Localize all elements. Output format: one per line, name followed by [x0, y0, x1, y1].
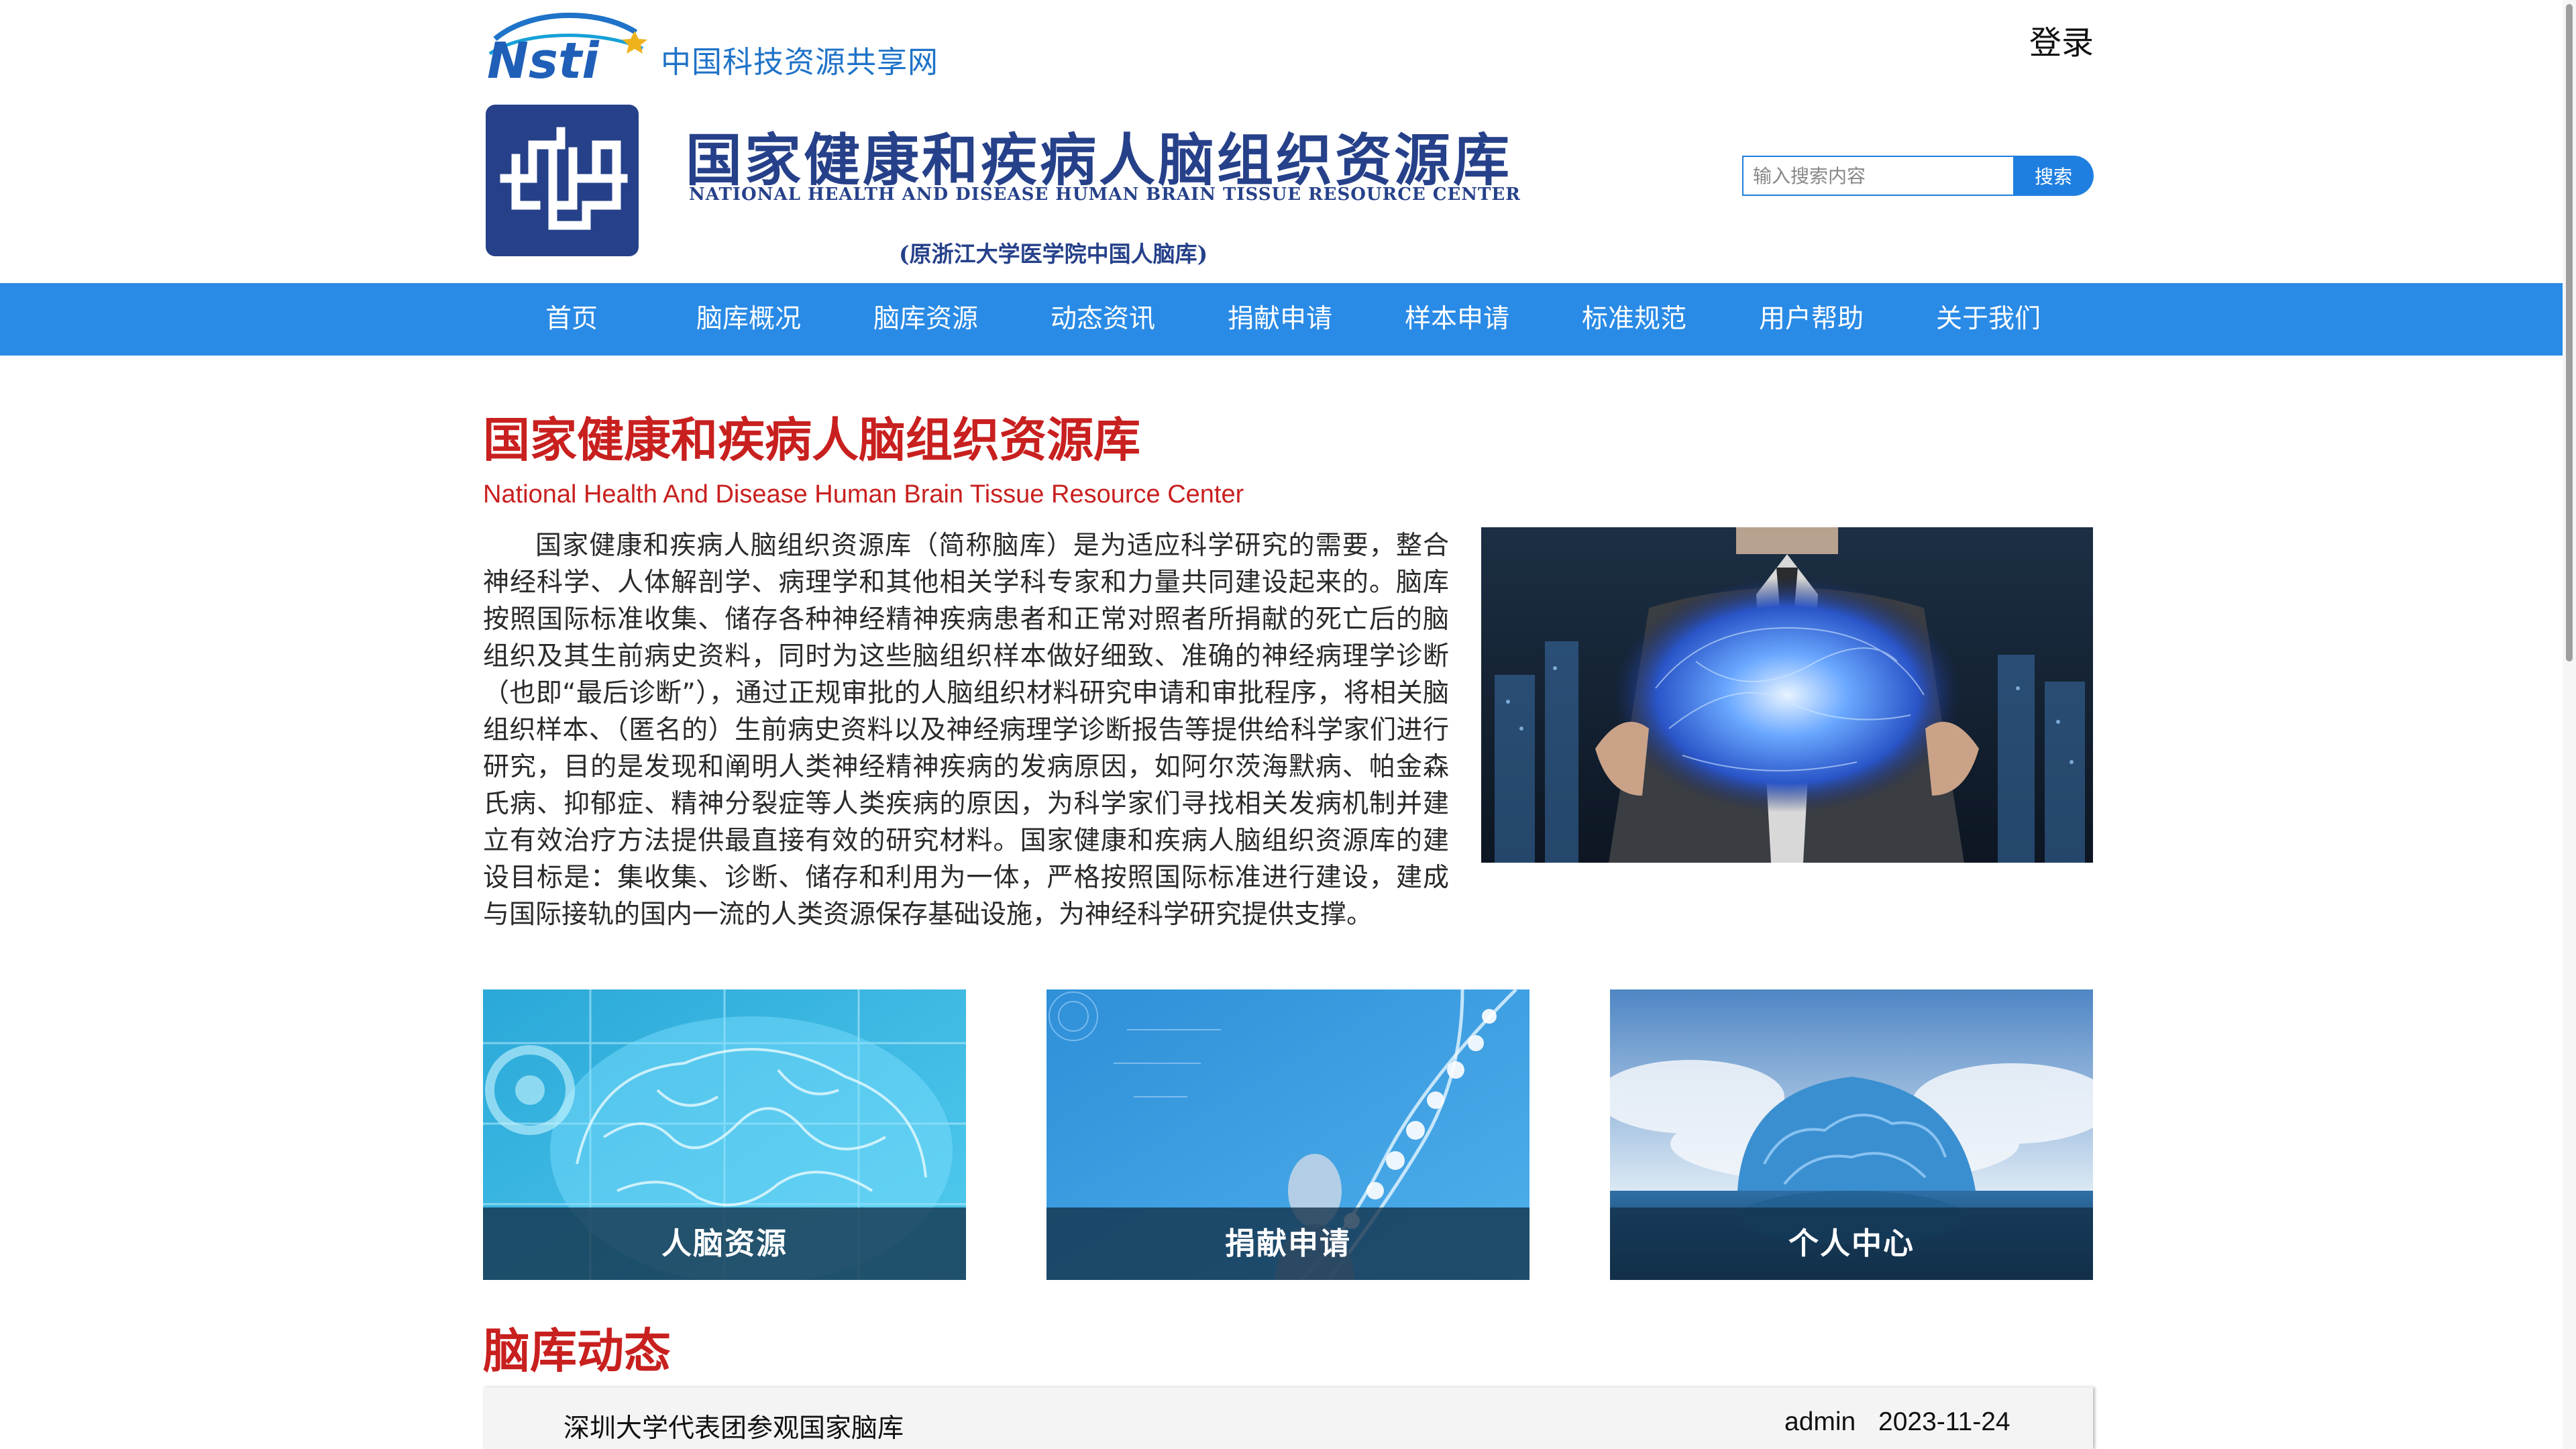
news-author: admin — [1784, 1407, 1856, 1436]
nav-item-sample-request[interactable]: 样本申请 — [1368, 283, 1546, 356]
scrollbar-thumb[interactable] — [2566, 4, 2573, 661]
card-donation[interactable]: 捐献申请 — [1046, 989, 1529, 1280]
search-form: 搜索 — [1742, 156, 2094, 196]
brain-bank-emblem — [486, 105, 639, 256]
card-label: 捐献申请 — [1046, 1208, 1529, 1280]
nav-item-about[interactable]: 关于我们 — [1900, 283, 2077, 356]
portal-name[interactable]: 中国科技资源共享网 — [661, 38, 938, 81]
nav-item-news[interactable]: 动态资讯 — [1014, 283, 1191, 356]
nav-item-overview[interactable]: 脑库概况 — [660, 283, 837, 356]
banner-english-title: NATIONAL HEALTH AND DISEASE HUMAN BRAIN … — [689, 184, 1521, 205]
login-link[interactable]: 登录 — [2029, 16, 2094, 63]
site-header: Nsti 中国科技资源共享网 登录 国家健康和疾病人脑组织资源库 NATIONA… — [0, 0, 2576, 282]
news-heading: 脑库动态 — [483, 1324, 671, 1379]
news-list: 深圳大学代表团参观国家脑库 admin 2023-11-24 — [483, 1387, 2093, 1449]
main-nav: 首页 脑库概况 脑库资源 动态资讯 捐献申请 样本申请 标准规范 用户帮助 关于… — [0, 283, 2576, 356]
nav-item-resources[interactable]: 脑库资源 — [837, 283, 1014, 356]
brain-hands-image — [1481, 527, 2093, 863]
card-brain-resources[interactable]: 人脑资源 — [483, 989, 966, 1280]
news-title[interactable]: 深圳大学代表团参观国家脑库 — [564, 1407, 904, 1445]
search-button[interactable]: 搜索 — [2013, 156, 2094, 196]
card-label: 人脑资源 — [483, 1208, 966, 1280]
svg-text:Nsti: Nsti — [487, 32, 600, 83]
intro-subtitle: National Health And Disease Human Brain … — [483, 480, 1244, 508]
news-date: 2023-11-24 — [1878, 1407, 2010, 1436]
vertical-scrollbar[interactable] — [2563, 0, 2576, 1449]
intro-body: 国家健康和疾病人脑组织资源库（简称脑库）是为适应科学研究的需要，整合神经科学、人… — [483, 531, 1449, 930]
card-label: 个人中心 — [1610, 1208, 2093, 1280]
banner-subtitle: (原浙江大学医学院中国人脑库) — [899, 241, 1208, 267]
intro-title: 国家健康和疾病人脑组织资源库 — [483, 413, 1140, 468]
news-item[interactable]: 深圳大学代表团参观国家脑库 admin 2023-11-24 — [483, 1387, 2093, 1449]
nav-item-help[interactable]: 用户帮助 — [1723, 283, 1900, 356]
nav-items: 首页 脑库概况 脑库资源 动态资讯 捐献申请 样本申请 标准规范 用户帮助 关于… — [483, 283, 2093, 356]
nsti-logo[interactable]: Nsti — [483, 12, 657, 83]
nav-item-standards[interactable]: 标准规范 — [1546, 283, 1723, 356]
card-personal-center[interactable]: 个人中心 — [1610, 989, 2093, 1280]
search-input[interactable] — [1742, 156, 2013, 196]
nav-item-home[interactable]: 首页 — [483, 283, 660, 356]
nav-item-donation[interactable]: 捐献申请 — [1191, 283, 1368, 356]
